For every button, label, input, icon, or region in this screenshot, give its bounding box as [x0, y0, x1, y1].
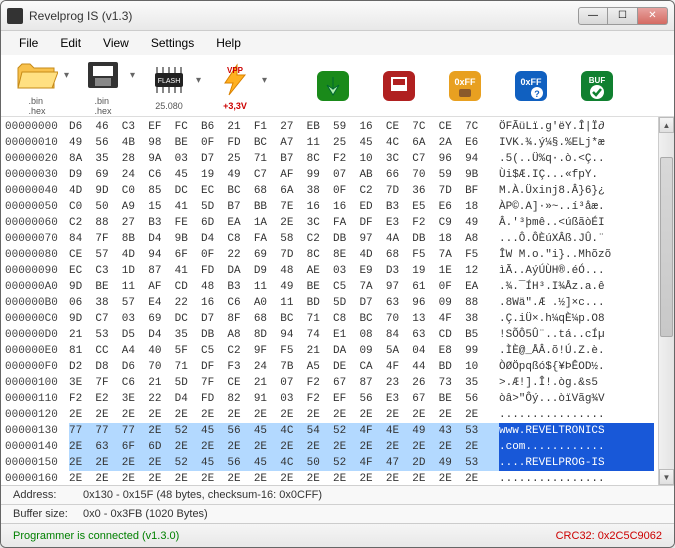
- titlebar: Revelprog IS (v1.3) — ☐ ✕: [1, 1, 674, 31]
- hex-row[interactable]: 000001003E 7F C6 21 5D 7F CE 21 07 F2 67…: [5, 375, 654, 391]
- hex-row[interactable]: 000000208A 35 28 9A 03 D7 25 71 B7 8C F2…: [5, 151, 654, 167]
- hex-row[interactable]: 000000C09D C7 03 69 DC D7 8F 68 BC 71 C8…: [5, 311, 654, 327]
- hex-row[interactable]: 000000A09D BE 11 AF CD 48 B3 11 49 BE C5…: [5, 279, 654, 295]
- status-connection: Programmer is connected (v1.3.0): [13, 530, 179, 542]
- close-button[interactable]: ✕: [638, 7, 668, 25]
- scroll-up-icon[interactable]: ▲: [659, 117, 674, 133]
- hex-row[interactable]: 00000110F2 E2 3E 22 D4 FD 82 91 03 F2 EF…: [5, 391, 654, 407]
- hex-row[interactable]: 000000D021 53 D5 D4 35 DB A8 8D 94 74 E1…: [5, 327, 654, 343]
- blank-check-icon: 0xFF?: [509, 67, 553, 105]
- write-button[interactable]: [373, 65, 425, 107]
- open-caption: .bin .hex: [28, 96, 45, 116]
- menu-view[interactable]: View: [93, 33, 139, 53]
- hex-row[interactable]: 000001502E 2E 2E 2E 52 45 56 45 4C 50 52…: [5, 455, 654, 471]
- hex-row[interactable]: 000001602E 2E 2E 2E 2E 2E 2E 2E 2E 2E 2E…: [5, 471, 654, 485]
- scroll-thumb[interactable]: [660, 157, 673, 337]
- vpp-caption: +3,3V: [223, 101, 247, 111]
- menu-bar: File Edit View Settings Help: [1, 31, 674, 55]
- lightning-icon: VPP ▾: [213, 61, 257, 99]
- buffer-info: Buffer size: 0x0 - 0x3FB (1020 Bytes): [1, 504, 674, 523]
- floppy-icon: ▾: [81, 56, 125, 94]
- status-crc: CRC32: 0x2C5C9062: [556, 530, 662, 542]
- hex-row[interactable]: 00000050C0 50 A9 15 41 5D B7 BB 7E 16 16…: [5, 199, 654, 215]
- menu-edit[interactable]: Edit: [50, 33, 91, 53]
- hex-row[interactable]: 00000080CE 57 4D 94 6F 0F 22 69 7D 8C 8E…: [5, 247, 654, 263]
- download-icon: [311, 67, 355, 105]
- save-button[interactable]: ▾ .bin .hex: [77, 54, 129, 118]
- blank-check-button[interactable]: 0xFF?: [505, 65, 557, 107]
- menu-help[interactable]: Help: [206, 33, 251, 53]
- save-caption: .bin .hex: [94, 96, 111, 116]
- chip-icon: FLASH ▾: [147, 61, 191, 99]
- dropdown-icon: ▾: [64, 70, 69, 81]
- address-info: Address: 0x130 - 0x15F (48 bytes, checks…: [1, 485, 674, 504]
- svg-text:BUF: BUF: [588, 76, 605, 85]
- menu-settings[interactable]: Settings: [141, 33, 204, 53]
- vpp-button[interactable]: VPP ▾ +3,3V: [209, 59, 261, 113]
- dropdown-icon: ▾: [262, 75, 267, 86]
- hex-row[interactable]: 00000090EC C3 1D 87 41 FD DA D9 48 AE 03…: [5, 263, 654, 279]
- flash-caption: 25.080: [155, 101, 183, 111]
- svg-text:FLASH: FLASH: [158, 78, 181, 85]
- buffer-label: Buffer size:: [13, 508, 83, 520]
- hex-row[interactable]: 000000F0D2 D8 D6 70 71 DF F3 24 7B A5 DE…: [5, 359, 654, 375]
- hex-row[interactable]: 000000404D 9D C0 85 DC EC BC 68 6A 38 0F…: [5, 183, 654, 199]
- hex-row[interactable]: 000000E081 CC A4 40 5F C5 C2 9F F5 21 DA…: [5, 343, 654, 359]
- menu-file[interactable]: File: [9, 33, 48, 53]
- verify-icon: BUF: [575, 67, 619, 105]
- svg-text:VPP: VPP: [227, 66, 244, 75]
- window-title: Revelprog IS (v1.3): [29, 9, 578, 23]
- hex-row[interactable]: 00000000D6 46 C3 EF FC B6 21 F1 27 EB 59…: [5, 119, 654, 135]
- hex-row[interactable]: 000001202E 2E 2E 2E 2E 2E 2E 2E 2E 2E 2E…: [5, 407, 654, 423]
- address-label: Address:: [13, 489, 83, 501]
- toolbar: ▾ .bin .hex ▾ .bin .hex FLASH ▾ 25.080 V…: [1, 55, 674, 117]
- svg-text:?: ?: [534, 89, 540, 99]
- erase-button[interactable]: 0xFF: [439, 65, 491, 107]
- hex-row[interactable]: 00000030D9 69 24 C6 45 19 49 C7 AF 99 07…: [5, 167, 654, 183]
- scroll-down-icon[interactable]: ▼: [659, 469, 674, 485]
- maximize-button[interactable]: ☐: [608, 7, 638, 25]
- open-button[interactable]: ▾ .bin .hex: [11, 54, 63, 118]
- status-bar: Programmer is connected (v1.3.0) CRC32: …: [1, 523, 674, 547]
- hex-row[interactable]: 000001402E 63 6F 6D 2E 2E 2E 2E 2E 2E 2E…: [5, 439, 654, 455]
- minimize-button[interactable]: —: [578, 7, 608, 25]
- hex-row[interactable]: 0000013077 77 77 2E 52 45 56 45 4C 54 52…: [5, 423, 654, 439]
- address-value: 0x130 - 0x15F (48 bytes, checksum-16: 0x…: [83, 489, 322, 501]
- hex-row[interactable]: 0000007084 7F 8B D4 9B D4 C8 FA 58 C2 DB…: [5, 231, 654, 247]
- app-icon: [7, 8, 23, 24]
- svg-text:0xFF: 0xFF: [454, 77, 476, 87]
- svg-text:0xFF: 0xFF: [520, 77, 542, 87]
- dropdown-icon: ▾: [196, 75, 201, 86]
- verify-button[interactable]: BUF: [571, 65, 623, 107]
- hex-row[interactable]: 000000B006 38 57 E4 22 16 C6 A0 11 BD 5D…: [5, 295, 654, 311]
- read-button[interactable]: [307, 65, 359, 107]
- dropdown-icon: ▾: [130, 70, 135, 81]
- write-floppy-icon: [377, 67, 421, 105]
- vertical-scrollbar[interactable]: ▲ ▼: [658, 117, 674, 485]
- erase-icon: 0xFF: [443, 67, 487, 105]
- hex-row[interactable]: 00000060C2 88 27 B3 FE 6D EA 1A 2E 3C FA…: [5, 215, 654, 231]
- hex-row[interactable]: 0000001049 56 4B 98 BE 0F FD BC A7 11 25…: [5, 135, 654, 151]
- buffer-value: 0x0 - 0x3FB (1020 Bytes): [83, 508, 208, 520]
- hex-editor[interactable]: 00000000D6 46 C3 EF FC B6 21 F1 27 EB 59…: [1, 117, 658, 485]
- open-folder-icon: ▾: [15, 56, 59, 94]
- flash-chip-button[interactable]: FLASH ▾ 25.080: [143, 59, 195, 113]
